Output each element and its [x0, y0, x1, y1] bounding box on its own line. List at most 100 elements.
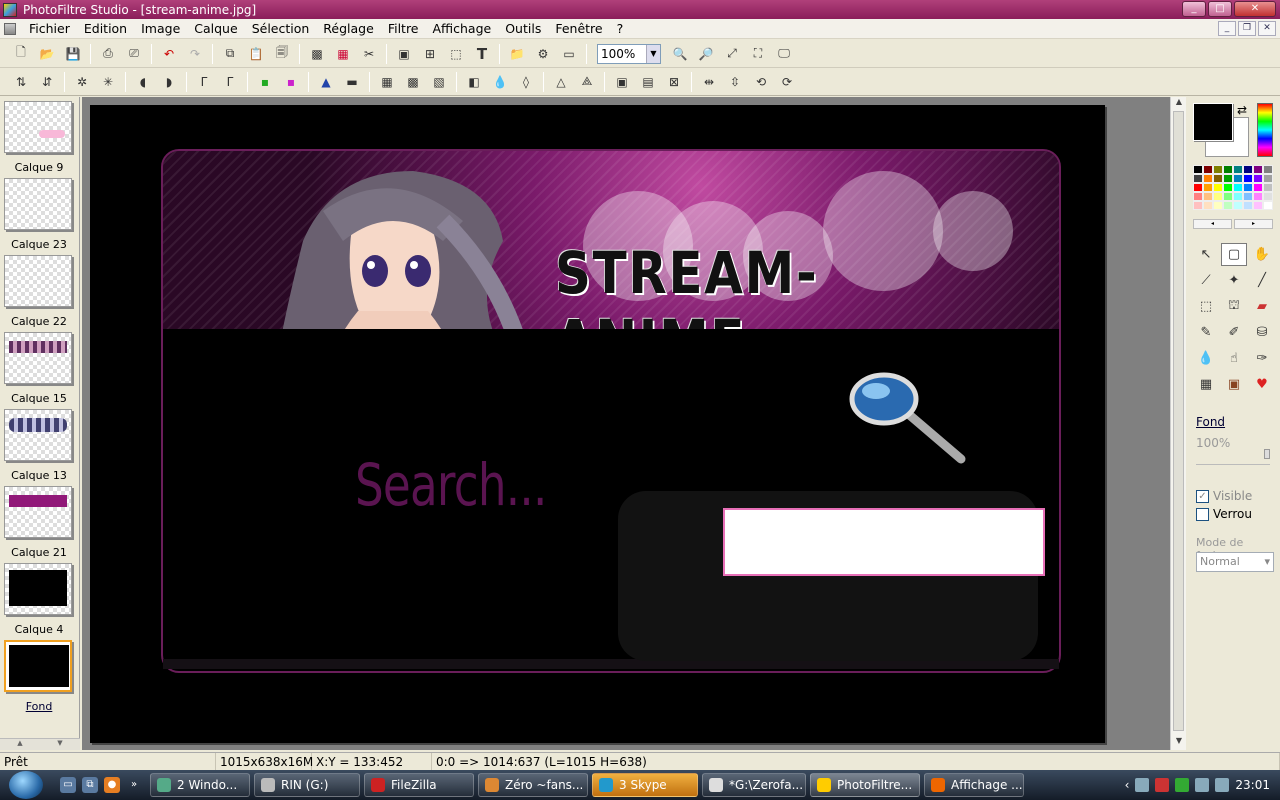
fog-icon[interactable]: ▬	[341, 71, 363, 93]
clone-tool-icon[interactable]: ✑	[1249, 347, 1275, 370]
saturation-down-icon[interactable]: ▪	[254, 71, 276, 93]
line-tool-icon[interactable]: ╱	[1249, 269, 1275, 292]
deform-tool-icon[interactable]: ▦	[1193, 373, 1219, 396]
menu-help[interactable]: ?	[610, 21, 631, 36]
advanced-brush-tool-icon[interactable]: ✐	[1221, 321, 1247, 344]
open-icon[interactable]: 📂	[36, 43, 58, 65]
menu-calque[interactable]: Calque	[187, 21, 244, 36]
menu-selection[interactable]: Sélection	[245, 21, 317, 36]
layer-item[interactable]: Calque 21	[4, 486, 74, 559]
fill-tool-icon[interactable]: ⬚	[1193, 295, 1219, 318]
layers-scrollbar[interactable]: ▲ ▼	[0, 738, 80, 750]
sky-icon[interactable]: ▲	[315, 71, 337, 93]
actual-size-icon[interactable]: ⛶	[747, 43, 769, 65]
zoom-select[interactable]: 100% ▼	[597, 43, 661, 64]
tray-app-icon[interactable]	[1175, 778, 1190, 792]
text-icon[interactable]: T	[471, 43, 493, 65]
layer-item[interactable]: Calque 23	[4, 178, 74, 251]
pattern1-icon[interactable]: ▦	[376, 71, 398, 93]
scroll-down-icon[interactable]: ▼	[57, 739, 62, 750]
menu-outils[interactable]: Outils	[498, 21, 548, 36]
task-button-active[interactable]: PhotoFiltre...	[810, 773, 920, 797]
fit-icon[interactable]: ⤢	[721, 43, 743, 65]
layer-item[interactable]: Calque 13	[4, 409, 74, 482]
eyedropper-tool-icon[interactable]: ⟋	[1193, 269, 1219, 292]
tray-app-icon[interactable]	[1155, 778, 1170, 792]
zoom-out-icon[interactable]: 🔎	[695, 43, 717, 65]
color-grid-icon[interactable]: ▦	[332, 43, 354, 65]
auto-contrast-icon[interactable]: ⇵	[36, 71, 58, 93]
start-button[interactable]	[0, 770, 52, 800]
scroll-up-icon[interactable]: ▲	[1171, 97, 1187, 111]
plugins-icon[interactable]: ⚙	[532, 43, 554, 65]
menu-image[interactable]: Image	[134, 21, 187, 36]
scan-icon[interactable]: ⎚	[123, 43, 145, 65]
flip-v-icon[interactable]: ⇳	[724, 71, 746, 93]
frame1-icon[interactable]: ▣	[611, 71, 633, 93]
switch-windows-icon[interactable]: ⧉	[82, 777, 98, 793]
image-size-icon[interactable]: ▣	[393, 43, 415, 65]
doc-close-button[interactable]: ✕	[1258, 21, 1276, 36]
menu-edition[interactable]: Edition	[77, 21, 134, 36]
triangle-icon[interactable]: △	[550, 71, 572, 93]
minimize-button[interactable]: _	[1182, 1, 1206, 17]
lock-check-box[interactable]	[1196, 507, 1209, 521]
foreground-color-swatch[interactable]	[1193, 103, 1233, 141]
palette-prev-button[interactable]: ◂	[1193, 219, 1232, 229]
layer-item[interactable]: Calque 22	[4, 255, 74, 328]
slider-knob[interactable]	[1264, 449, 1270, 459]
paste-new-icon[interactable]: 🗐	[271, 43, 293, 65]
layer-name-link[interactable]: Fond	[1196, 415, 1225, 429]
lock-checkbox[interactable]: Verrou	[1196, 507, 1252, 521]
frame2-icon[interactable]: ▤	[637, 71, 659, 93]
gamma-up-icon[interactable]: Γ	[219, 71, 241, 93]
stamp-tool-icon[interactable]: ⛁	[1249, 321, 1275, 344]
zoom-in-icon[interactable]: 🔍	[669, 43, 691, 65]
vertical-scrollbar[interactable]: ▲ ▼	[1170, 97, 1186, 750]
menu-fenetre[interactable]: Fenêtre	[548, 21, 609, 36]
close-button[interactable]: ✕	[1234, 1, 1276, 17]
brightness-up-icon[interactable]: ✳	[97, 71, 119, 93]
layer-item[interactable]: Calque 15	[4, 332, 74, 405]
task-button[interactable]: 3 Skype	[592, 773, 698, 797]
chevron-down-icon[interactable]: ▼	[646, 44, 660, 63]
menu-filtre[interactable]: Filtre	[381, 21, 426, 36]
rotate-right-icon[interactable]: ⟳	[776, 71, 798, 93]
firefox-icon[interactable]: ●	[104, 777, 120, 793]
scroll-up-icon[interactable]: ▲	[17, 739, 22, 750]
pointer-tool-icon[interactable]: ↖	[1193, 243, 1219, 266]
menu-affichage[interactable]: Affichage	[426, 21, 499, 36]
task-button[interactable]: Affichage ...	[924, 773, 1024, 797]
spray-tool-icon[interactable]: ⛫	[1221, 295, 1247, 318]
image-canvas[interactable]: STREAM-ANIME Search...	[90, 105, 1105, 743]
grayscale-layer-icon[interactable]: ◧	[463, 71, 485, 93]
scroll-thumb[interactable]	[1173, 111, 1184, 731]
hand-tool-icon[interactable]: ✋	[1249, 243, 1275, 266]
visible-checkbox[interactable]: ✓ Visible	[1196, 489, 1252, 503]
eraser-tool-icon[interactable]: ▰	[1249, 295, 1275, 318]
blur-icon[interactable]: 💧	[489, 71, 511, 93]
flip-h-icon[interactable]: ⇹	[698, 71, 720, 93]
frame3-icon[interactable]: ⊠	[663, 71, 685, 93]
doc-restore-button[interactable]: ❐	[1238, 21, 1256, 36]
brush-tool-icon[interactable]: ✎	[1193, 321, 1219, 344]
more-icon[interactable]: »	[126, 777, 142, 793]
color-spectrum[interactable]	[1257, 103, 1273, 157]
copy-icon[interactable]: ⧉	[219, 43, 241, 65]
save-icon[interactable]: 💾	[62, 43, 84, 65]
task-button[interactable]: *G:\Zerofa...	[702, 773, 806, 797]
canvas-size-icon[interactable]: ⊞	[419, 43, 441, 65]
blur-tool-icon[interactable]: 💧	[1193, 347, 1219, 370]
auto-levels-icon[interactable]: ⇅	[10, 71, 32, 93]
grayscale-icon[interactable]: ▩	[306, 43, 328, 65]
clock[interactable]: 23:01	[1235, 778, 1270, 792]
color-palette[interactable]	[1193, 165, 1273, 210]
contrast-up-icon[interactable]: ◗	[158, 71, 180, 93]
fullscreen-icon[interactable]: 🖵	[773, 43, 795, 65]
volume-icon[interactable]	[1215, 778, 1230, 792]
visible-check-box[interactable]: ✓	[1196, 489, 1209, 503]
window-icon[interactable]: ▭	[558, 43, 580, 65]
strawberry-tool-icon[interactable]: ♥	[1249, 373, 1275, 396]
tray-app-icon[interactable]	[1135, 778, 1150, 792]
crop-icon[interactable]: ✂	[358, 43, 380, 65]
